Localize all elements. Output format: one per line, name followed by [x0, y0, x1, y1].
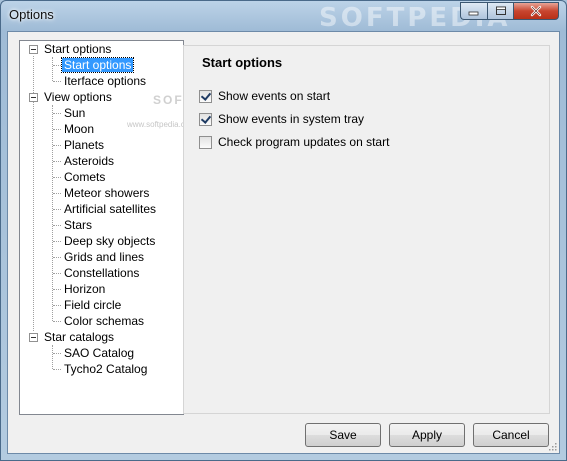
tree-group-label: Star catalogs [44, 330, 115, 344]
tree-item-label: Horizon [64, 282, 106, 296]
option-show-events-in-system-tray[interactable]: Show events in system tray [199, 111, 364, 127]
tree-item-planets[interactable]: Planets [64, 137, 104, 153]
collapse-icon[interactable] [29, 333, 38, 342]
tree-connector [53, 241, 61, 242]
tree-group-start-options[interactable]: Start options [44, 41, 111, 57]
tree-item-deep-sky-objects[interactable]: Deep sky objects [64, 233, 155, 249]
window-title: Options [9, 7, 54, 22]
tree-connector [53, 81, 61, 82]
tree-item-label: SAO Catalog [64, 346, 135, 360]
tree-connector [52, 345, 53, 369]
panel-title: Start options [202, 55, 283, 70]
tree-item-stars[interactable]: Stars [64, 217, 92, 233]
checkbox[interactable] [199, 89, 212, 103]
tree-connector [53, 305, 61, 306]
tree-connector [53, 225, 61, 226]
tree-group-view-options[interactable]: View options [44, 89, 112, 105]
resize-grip-icon[interactable] [547, 441, 557, 451]
maximize-icon [495, 6, 506, 15]
tree-item-label: Artificial satellites [64, 202, 157, 216]
tree-item-artificial-satellites[interactable]: Artificial satellites [64, 201, 156, 217]
tree-item-label: Constellations [64, 266, 140, 280]
tree-item-label: Grids and lines [64, 250, 145, 264]
tree-connector [53, 129, 61, 130]
tree-item-start-options[interactable]: Start options [60, 57, 135, 73]
tree-item-constellations[interactable]: Constellations [64, 265, 139, 281]
tree-connector [53, 353, 61, 354]
tree-item-label: Deep sky objects [64, 234, 156, 248]
tree-item-sun[interactable]: Sun [64, 105, 85, 121]
tree-connector [53, 321, 61, 322]
maximize-button[interactable] [487, 2, 513, 20]
tree-item-label: Planets [64, 138, 105, 152]
tree-item-horizon[interactable]: Horizon [64, 281, 105, 297]
tree-item-comets[interactable]: Comets [64, 169, 105, 185]
title-bar[interactable]: SOFTPEDIA Options [1, 1, 566, 33]
tree-item-iterface-options[interactable]: Iterface options [64, 73, 146, 89]
tree-group-label: Start options [44, 42, 112, 56]
tree-connector [53, 257, 61, 258]
tree-connector [52, 57, 53, 81]
options-tree[interactable]: SOFTPEDIA www.softpedia.com Start option… [19, 40, 238, 415]
dialog-client-area: SOFTPEDIA www.softpedia.com Start option… [7, 31, 560, 454]
options-window: SOFTPEDIA Options SOFTPEDIA www.softpedi… [0, 0, 567, 461]
close-button[interactable] [513, 2, 559, 20]
tree-item-field-circle[interactable]: Field circle [64, 297, 121, 313]
minimize-icon [468, 11, 479, 16]
option-check-program-updates[interactable]: Check program updates on start [199, 134, 389, 150]
tree-item-label: Comets [64, 170, 106, 184]
collapse-icon[interactable] [29, 93, 38, 102]
apply-button[interactable]: Apply [389, 423, 465, 447]
tree-connector [53, 193, 61, 194]
tree-item-meteor-showers[interactable]: Meteor showers [64, 185, 149, 201]
collapse-icon[interactable] [29, 45, 38, 54]
cancel-button[interactable]: Cancel [473, 423, 549, 447]
save-button[interactable]: Save [305, 423, 381, 447]
tree-connector [53, 65, 61, 66]
option-show-events-on-start[interactable]: Show events on start [199, 88, 330, 104]
tree-item-label: Color schemas [64, 314, 145, 328]
tree-item-label: Moon [64, 122, 95, 136]
tree-item-label: Asteroids [64, 154, 115, 168]
checkbox-label: Check program updates on start [218, 135, 390, 149]
tree-connector [53, 209, 61, 210]
checkbox-label: Show events in system tray [218, 112, 365, 126]
tree-item-moon[interactable]: Moon [64, 121, 94, 137]
tree-connector [53, 145, 61, 146]
minimize-button[interactable] [460, 2, 487, 20]
tree-item-tycho2-catalog[interactable]: Tycho2 Catalog [64, 361, 147, 377]
tree-item-label: Iterface options [64, 74, 147, 88]
tree-item-sao-catalog[interactable]: SAO Catalog [64, 345, 134, 361]
checkbox[interactable] [199, 112, 212, 126]
tree-item-label: Stars [64, 218, 93, 232]
tree-item-label: Field circle [64, 298, 122, 312]
tree-item-label: Meteor showers [64, 186, 150, 200]
tree-item-label: Tycho2 Catalog [64, 362, 148, 376]
tree-item-label: Sun [64, 106, 86, 120]
settings-panel: Start options Show events on start Show … [183, 45, 550, 414]
tree-connector [53, 161, 61, 162]
tree-connector [53, 369, 61, 370]
tree-item-label: Start options [60, 57, 135, 73]
tree-item-grids-and-lines[interactable]: Grids and lines [64, 249, 144, 265]
tree-connector [53, 113, 61, 114]
checkbox[interactable] [199, 135, 212, 149]
tree-group-star-catalogs[interactable]: Star catalogs [44, 329, 114, 345]
tree-item-asteroids[interactable]: Asteroids [64, 153, 114, 169]
tree-group-label: View options [44, 90, 112, 104]
tree-connector [53, 273, 61, 274]
tree-connector [53, 177, 61, 178]
tree-connector [53, 289, 61, 290]
tree-item-color-schemas[interactable]: Color schemas [64, 313, 144, 329]
checkbox-label: Show events on start [218, 89, 331, 103]
close-icon [530, 5, 542, 17]
